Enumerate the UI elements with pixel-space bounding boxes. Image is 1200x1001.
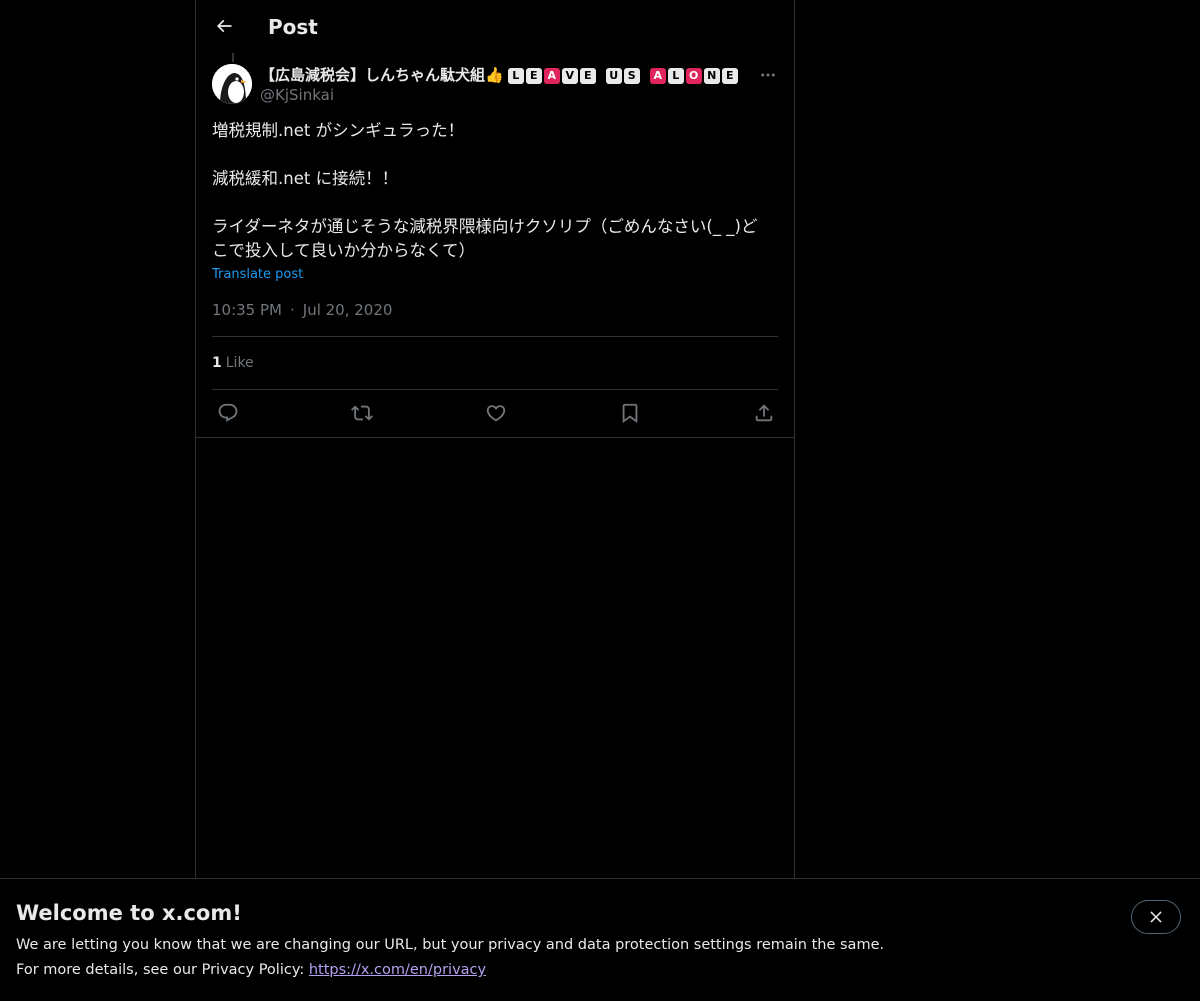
page-header: Post — [196, 0, 794, 53]
thumbs-up-emoji: 👍 — [485, 66, 504, 84]
author-handle[interactable]: @KjSinkai — [260, 85, 334, 105]
privacy-policy-link[interactable]: https://x.com/en/privacy — [309, 962, 486, 978]
letter-badge: N — [703, 68, 720, 84]
share-button[interactable] — [752, 401, 776, 425]
divider — [212, 336, 778, 337]
more-dots-icon — [761, 73, 775, 77]
avatar[interactable] — [212, 64, 252, 104]
reply-icon — [218, 403, 238, 422]
banner-policy-prefix: For more details, see our Privacy Policy… — [16, 962, 309, 978]
letter-badge: V — [561, 68, 578, 84]
like-button[interactable] — [484, 401, 508, 425]
letter-badge: L — [667, 68, 684, 84]
post-line-3: ライダーネタが通じそうな減税界隈様向けクソリプ（ごめんなさい(_ _)ど こで投… — [212, 217, 758, 260]
share-icon — [755, 404, 773, 422]
letter-badge: L — [507, 68, 524, 84]
meta-separator: · — [289, 301, 295, 319]
like-count-label: Like — [225, 355, 254, 371]
post-timestamp[interactable]: 10:35 PM · Jul 20, 2020 — [212, 299, 392, 321]
arrow-left-icon — [216, 19, 232, 33]
like-count-value: 1 — [212, 355, 222, 371]
letter-badge: E — [721, 68, 738, 84]
author-name[interactable]: 【広島減税会】しんちゃん駄犬組👍 L E A V E U S A L O N E — [260, 64, 740, 86]
letter-badge: E — [579, 68, 596, 84]
banner-policy-line: For more details, see our Privacy Policy… — [16, 960, 486, 980]
post-time: 10:35 PM — [212, 301, 282, 319]
reply-button[interactable] — [216, 401, 240, 425]
letter-badge: A — [649, 68, 666, 84]
more-options-button[interactable] — [756, 64, 780, 86]
penguin-avatar-icon — [212, 64, 252, 104]
close-icon — [1150, 911, 1162, 923]
letter-badge: U — [605, 68, 622, 84]
letter-badge: A — [543, 68, 560, 84]
repost-button[interactable] — [350, 401, 374, 425]
page-title: Post — [268, 15, 318, 39]
banner-message: We are letting you know that we are chan… — [16, 937, 885, 953]
post-date: Jul 20, 2020 — [302, 301, 393, 319]
heart-icon — [486, 405, 506, 422]
repost-icon — [351, 405, 373, 421]
thread-connector-line — [232, 53, 234, 62]
banner-title: Welcome to x.com! — [16, 901, 242, 925]
letter-badge: E — [525, 68, 542, 84]
post-line-2: 減税緩和.net に接続！！ — [212, 169, 399, 188]
letter-badge: S — [623, 68, 640, 84]
action-bar — [196, 390, 794, 438]
bookmark-icon — [622, 403, 638, 424]
close-banner-button[interactable] — [1131, 900, 1181, 934]
url-change-banner: Welcome to x.com! We are letting you kno… — [0, 878, 1200, 1001]
author-display-name: 【広島減税会】しんちゃん駄犬組 — [260, 66, 486, 84]
back-button[interactable] — [210, 12, 238, 40]
bookmark-button[interactable] — [618, 401, 642, 425]
letter-badges: LEAVEUSALONE — [507, 66, 740, 84]
translate-post-link[interactable]: Translate post — [212, 265, 303, 285]
likes-count[interactable]: 1 Like — [212, 352, 254, 374]
primary-column: Post 【広島減税会】しんちゃん駄犬組👍 L E A V E U S A L O N E @KjSin… — [195, 0, 795, 1000]
post-line-1: 増税規制.net がシンギュラった！ — [212, 121, 465, 140]
post-text: 増税規制.net がシンギュラった！ 減税緩和.net に接続！！ ライダーネタ… — [212, 119, 778, 263]
letter-badge: O — [685, 68, 702, 84]
